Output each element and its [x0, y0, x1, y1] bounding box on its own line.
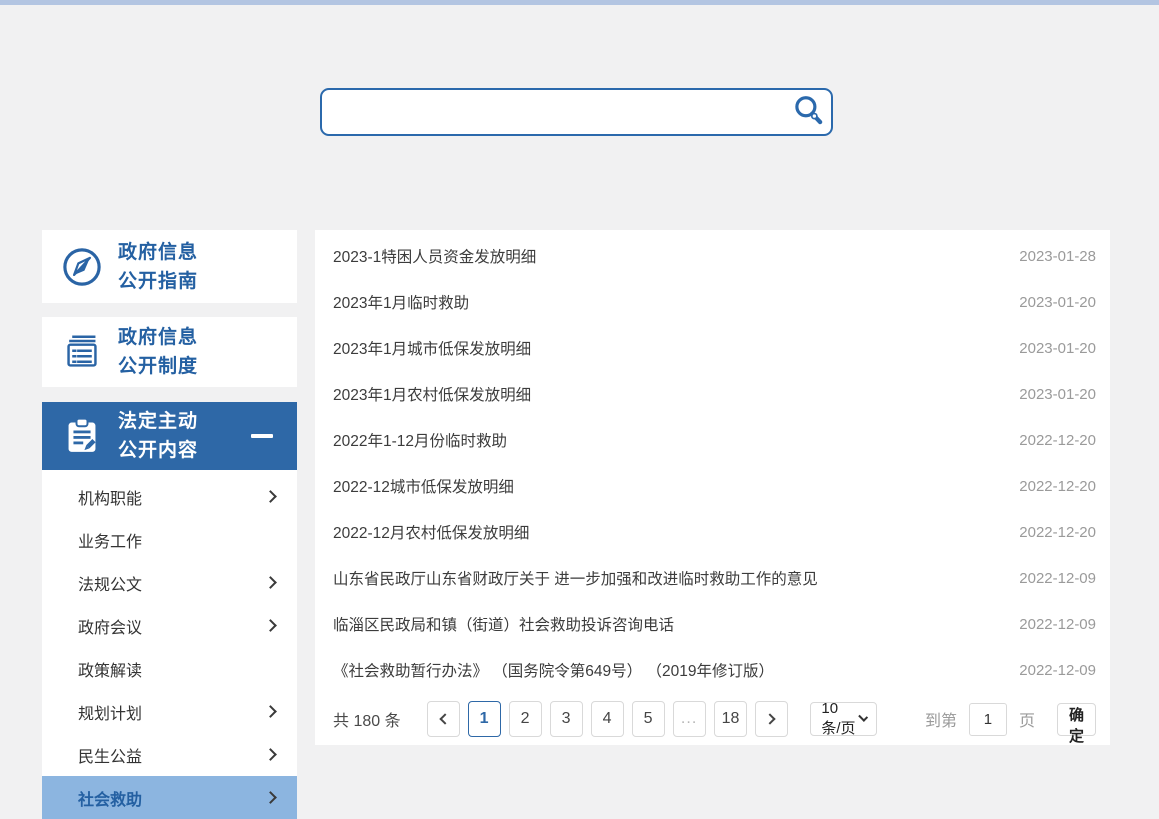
article-date: 2022-12-20: [1019, 524, 1096, 541]
chevron-right-icon: [264, 619, 277, 632]
search-button[interactable]: [785, 90, 831, 134]
search-input[interactable]: [322, 90, 785, 134]
submenu-label: 业务工作: [78, 528, 142, 552]
submenu-label: 机构职能: [78, 485, 142, 509]
pagination-bar: 共 180 条 1 2 3 4 5 ... 18 10 条/页 到第 页 确定: [315, 693, 1110, 745]
list-item[interactable]: 2022年1-12月份临时救助 2022-12-20: [315, 417, 1110, 463]
page-button-4[interactable]: 4: [591, 701, 624, 737]
article-title[interactable]: 2022-12城市低保发放明细: [333, 475, 514, 497]
compass-icon: [60, 245, 104, 289]
chevron-right-icon: [264, 791, 277, 804]
page-ellipsis-button[interactable]: ...: [673, 701, 706, 737]
article-date: 2022-12-09: [1019, 570, 1096, 587]
goto-suffix-label: 页: [1019, 707, 1035, 731]
page-size-select[interactable]: 10 条/页: [810, 702, 877, 736]
list-item[interactable]: 临淄区民政局和镇（街道）社会救助投诉咨询电话 2022-12-09: [315, 601, 1110, 647]
chevron-left-icon: [439, 713, 450, 724]
article-title[interactable]: 2023年1月城市低保发放明细: [333, 337, 531, 359]
article-title[interactable]: 《社会救助暂行办法》 （国务院令第649号） （2019年修订版）: [333, 659, 774, 681]
article-title[interactable]: 临淄区民政局和镇（街道）社会救助投诉咨询电话: [333, 613, 674, 635]
list-item[interactable]: 《社会救助暂行办法》 （国务院令第649号） （2019年修订版） 2022-1…: [315, 647, 1110, 693]
list-item[interactable]: 2023年1月城市低保发放明细 2023-01-20: [315, 325, 1110, 371]
submenu-item-org-functions[interactable]: 机构职能: [42, 475, 297, 518]
sidebar-item-label: 公开制度: [118, 352, 198, 381]
submenu-label: 法规公文: [78, 571, 142, 595]
page-size-label: 10 条/页: [821, 700, 859, 738]
submenu-item-public-welfare[interactable]: 民生公益: [42, 733, 297, 776]
article-date: 2023-01-28: [1019, 248, 1096, 265]
list-item[interactable]: 2023-1特困人员资金发放明细 2023-01-28: [315, 233, 1110, 279]
sidebar: 政府信息 公开指南 政府信息 公开制度: [42, 230, 297, 819]
list-item[interactable]: 山东省民政厅山东省财政厅关于 进一步加强和改进临时救助工作的意见 2022-12…: [315, 555, 1110, 601]
list-item[interactable]: 2022-12月农村低保发放明细 2022-12-20: [315, 509, 1110, 555]
page-button-5[interactable]: 5: [632, 701, 665, 737]
sidebar-item-label: 政府信息: [118, 238, 198, 267]
article-title[interactable]: 2023-1特困人员资金发放明细: [333, 245, 536, 267]
page-button-2[interactable]: 2: [509, 701, 542, 737]
chevron-right-icon: [264, 490, 277, 503]
sidebar-item-label: 法定主动: [118, 407, 198, 436]
sidebar-item-statutory-disclosure[interactable]: 法定主动 公开内容: [42, 402, 297, 470]
goto-page-input[interactable]: [969, 703, 1007, 736]
article-list-panel: 2023-1特困人员资金发放明细 2023-01-28 2023年1月临时救助 …: [315, 230, 1110, 745]
list-item[interactable]: 2023年1月临时救助 2023-01-20: [315, 279, 1110, 325]
chevron-right-icon: [765, 713, 776, 724]
article-title[interactable]: 2022年1-12月份临时救助: [333, 429, 507, 451]
submenu-label: 社会救助: [78, 786, 142, 810]
submenu-item-regulations[interactable]: 法规公文: [42, 561, 297, 604]
list-item[interactable]: 2023年1月农村低保发放明细 2023-01-20: [315, 371, 1110, 417]
sidebar-item-label: 政府信息: [118, 323, 198, 352]
article-date: 2023-01-20: [1019, 386, 1096, 403]
prev-page-button[interactable]: [427, 701, 460, 737]
total-count-label: 共 180 条: [333, 707, 401, 731]
search-icon: [790, 93, 826, 132]
confirm-button[interactable]: 确定: [1057, 703, 1096, 736]
sidebar-item-gov-info-system[interactable]: 政府信息 公开制度: [42, 317, 297, 387]
chevron-right-icon: [264, 705, 277, 718]
goto-prefix-label: 到第: [925, 707, 957, 731]
sidebar-item-label: 公开内容: [118, 436, 198, 465]
goto-page-group: 到第 页 确定: [925, 703, 1096, 736]
sidebar-item-label: 公开指南: [118, 267, 198, 296]
article-date: 2022-12-09: [1019, 616, 1096, 633]
article-title[interactable]: 2023年1月临时救助: [333, 291, 469, 313]
article-title[interactable]: 2022-12月农村低保发放明细: [333, 521, 529, 543]
chevron-right-icon: [264, 748, 277, 761]
article-title[interactable]: 2023年1月农村低保发放明细: [333, 383, 531, 405]
page-button-18[interactable]: 18: [714, 701, 748, 737]
article-date: 2023-01-20: [1019, 340, 1096, 357]
article-date: 2023-01-20: [1019, 294, 1096, 311]
clipboard-pen-icon: [60, 414, 104, 458]
submenu-item-policy-interpretation[interactable]: 政策解读: [42, 647, 297, 690]
article-date: 2022-12-20: [1019, 478, 1096, 495]
submenu-label: 规划计划: [78, 700, 142, 724]
page-button-1[interactable]: 1: [468, 701, 501, 737]
next-page-button[interactable]: [755, 701, 788, 737]
submenu-label: 政策解读: [78, 657, 142, 681]
top-accent-bar: [0, 0, 1159, 5]
article-list: 2023-1特困人员资金发放明细 2023-01-28 2023年1月临时救助 …: [315, 230, 1110, 693]
submenu-item-social-assistance[interactable]: 社会救助: [42, 776, 297, 819]
page-button-3[interactable]: 3: [550, 701, 583, 737]
search-bar: [320, 88, 833, 136]
submenu-item-business-work[interactable]: 业务工作: [42, 518, 297, 561]
collapse-minus-icon: [251, 434, 273, 438]
list-item[interactable]: 2022-12城市低保发放明细 2022-12-20: [315, 463, 1110, 509]
submenu-item-gov-meetings[interactable]: 政府会议: [42, 604, 297, 647]
submenu-label: 民生公益: [78, 743, 142, 767]
ledger-icon: [60, 330, 104, 374]
article-date: 2022-12-20: [1019, 432, 1096, 449]
article-title[interactable]: 山东省民政厅山东省财政厅关于 进一步加强和改进临时救助工作的意见: [333, 567, 818, 589]
chevron-right-icon: [264, 576, 277, 589]
sidebar-item-gov-info-guide[interactable]: 政府信息 公开指南: [42, 230, 297, 303]
page-buttons: 1 2 3 4 5 ... 18: [427, 701, 789, 737]
submenu-label: 政府会议: [78, 614, 142, 638]
article-date: 2022-12-09: [1019, 662, 1096, 679]
sidebar-submenu: 机构职能 业务工作 法规公文 政府会议 政策解读 规划计划 民生公益 社会救助: [42, 470, 297, 819]
submenu-item-planning[interactable]: 规划计划: [42, 690, 297, 733]
